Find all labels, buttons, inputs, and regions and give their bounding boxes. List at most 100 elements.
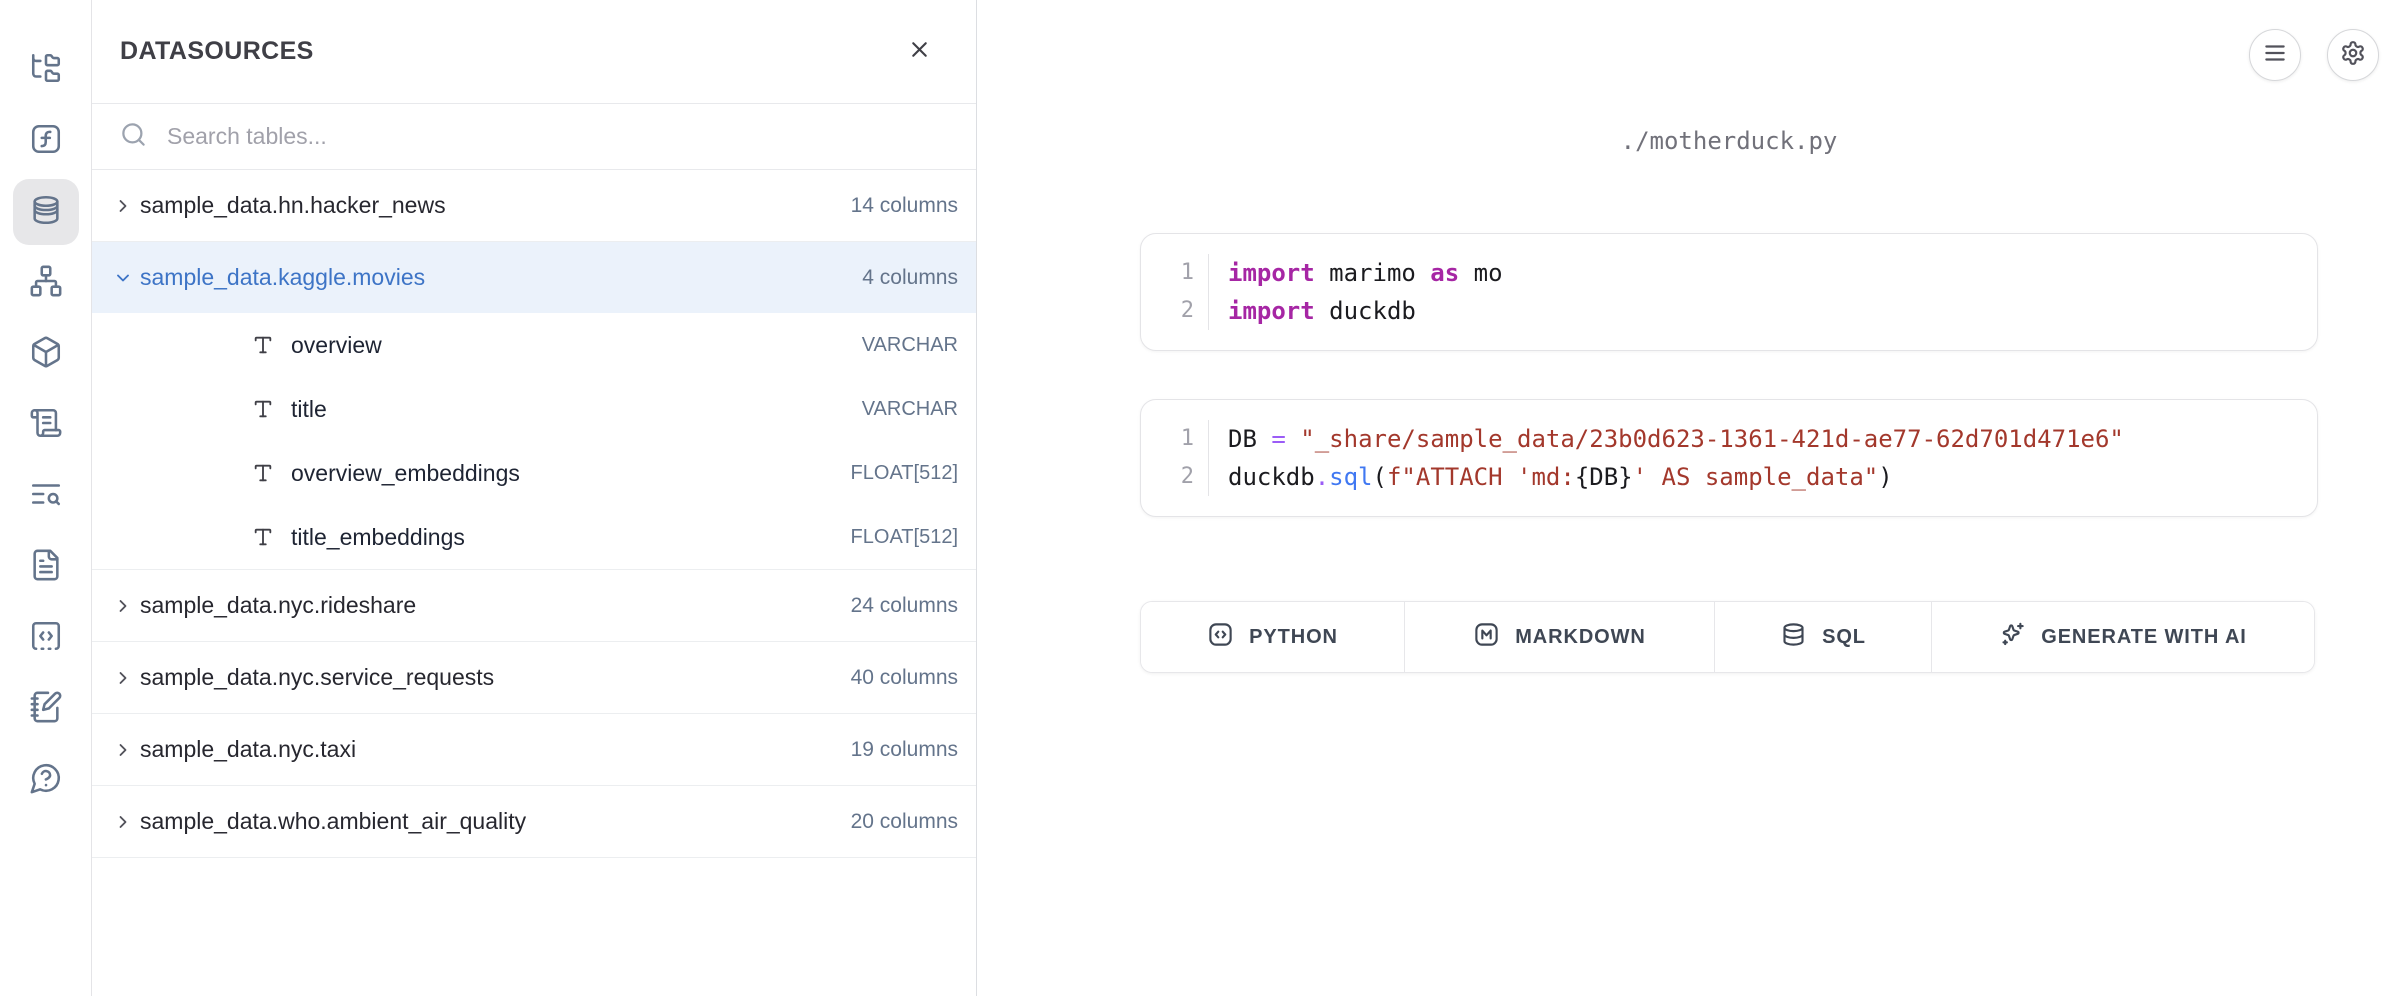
code-square-icon xyxy=(1207,621,1234,653)
sidebar-item-search-logs[interactable] xyxy=(13,463,79,529)
column-name: title xyxy=(291,396,845,423)
table-column-count: 24 columns xyxy=(851,594,958,618)
table-row[interactable]: sample_data.who.ambient_air_quality 20 c… xyxy=(92,786,976,857)
add-button-label: GENERATE WITH AI xyxy=(2041,626,2247,649)
packages-icon xyxy=(29,335,63,374)
notebook-content: ./motherduck.py 12 import marimo as moim… xyxy=(1140,127,2318,673)
add-cell-toolbar: PYTHON MARKDOWN SQL GENERATE WITH AI xyxy=(1140,601,2315,673)
sparkles-icon xyxy=(1999,621,2026,653)
activity-sidebar xyxy=(0,0,92,996)
menu-icon xyxy=(2262,40,2288,71)
table-column-count: 19 columns xyxy=(851,738,958,762)
table-name: sample_data.nyc.rideshare xyxy=(140,592,845,619)
settings-gear-icon xyxy=(2340,40,2366,71)
chevron-right-icon xyxy=(112,595,134,617)
markdown-icon xyxy=(1473,621,1500,653)
sidebar-item-packages[interactable] xyxy=(13,321,79,387)
code-editor[interactable]: DB = "_share/sample_data/23b0d623-1361-4… xyxy=(1209,420,2317,496)
table-name: sample_data.who.ambient_air_quality xyxy=(140,808,845,835)
table-group: sample_data.nyc.rideshare 24 columns xyxy=(92,570,976,642)
dependency-graph-icon xyxy=(29,264,63,303)
line-numbers: 12 xyxy=(1141,420,1209,496)
table-search xyxy=(92,104,976,170)
column-row[interactable]: overview VARCHAR xyxy=(92,313,976,377)
table-name: sample_data.nyc.taxi xyxy=(140,736,845,763)
table-column-count: 14 columns xyxy=(851,194,958,218)
search-icon xyxy=(120,121,147,153)
datasources-panel: DATASOURCES sample_data.hn.hacker_news 1… xyxy=(92,0,977,996)
table-name: sample_data.nyc.service_requests xyxy=(140,664,845,691)
type-text-icon xyxy=(252,334,274,356)
chevron-right-icon xyxy=(112,667,134,689)
column-row[interactable]: overview_embeddings FLOAT[512] xyxy=(92,441,976,505)
notebook-menu-button[interactable] xyxy=(2249,29,2301,81)
column-row[interactable]: title_embeddings FLOAT[512] xyxy=(92,505,976,569)
tables-list: sample_data.hn.hacker_news 14 columns sa… xyxy=(92,170,976,858)
notebook-area: ./motherduck.py 12 import marimo as moim… xyxy=(977,0,2399,996)
datasources-icon xyxy=(29,193,63,232)
panel-header: DATASOURCES xyxy=(92,0,976,104)
help-chat-icon xyxy=(29,761,63,800)
table-column-count: 4 columns xyxy=(862,266,958,290)
type-text-icon xyxy=(252,462,274,484)
code-editor[interactable]: import marimo as moimport duckdb xyxy=(1209,254,2317,330)
notebook-filename[interactable]: ./motherduck.py xyxy=(1140,127,2318,155)
code-cell[interactable]: 12 import marimo as moimport duckdb xyxy=(1140,233,2318,351)
add-button-label: PYTHON xyxy=(1249,626,1338,649)
table-group: sample_data.nyc.service_requests 40 colu… xyxy=(92,642,976,714)
search-input[interactable] xyxy=(165,122,956,151)
chevron-right-icon xyxy=(112,739,134,761)
sidebar-item-scratchpad[interactable] xyxy=(13,676,79,742)
column-name: overview_embeddings xyxy=(291,460,834,487)
chevron-right-icon xyxy=(112,195,134,217)
table-name: sample_data.kaggle.movies xyxy=(140,264,856,291)
column-row[interactable]: title VARCHAR xyxy=(92,377,976,441)
table-row-selected[interactable]: sample_data.kaggle.movies 4 columns xyxy=(92,242,976,313)
add-button-label: SQL xyxy=(1822,626,1866,649)
table-group: sample_data.hn.hacker_news 14 columns xyxy=(92,170,976,242)
add-python-cell-button[interactable]: PYTHON xyxy=(1141,602,1405,672)
table-row[interactable]: sample_data.hn.hacker_news 14 columns xyxy=(92,170,976,241)
column-name: title_embeddings xyxy=(291,524,834,551)
chevron-right-icon xyxy=(112,811,134,833)
generate-with-ai-button[interactable]: GENERATE WITH AI xyxy=(1932,602,2314,672)
search-logs-icon xyxy=(29,477,63,516)
table-group: sample_data.kaggle.movies 4 columns over… xyxy=(92,242,976,570)
line-numbers: 12 xyxy=(1141,254,1209,330)
sidebar-item-variables[interactable] xyxy=(13,108,79,174)
table-row[interactable]: sample_data.nyc.service_requests 40 colu… xyxy=(92,642,976,713)
sidebar-item-snippets[interactable] xyxy=(13,605,79,671)
marimo-app: DATASOURCES sample_data.hn.hacker_news 1… xyxy=(0,0,2399,996)
column-type: VARCHAR xyxy=(862,398,958,421)
sidebar-item-datasources[interactable] xyxy=(13,179,79,245)
table-column-count: 20 columns xyxy=(851,810,958,834)
type-text-icon xyxy=(252,526,274,548)
type-text-icon xyxy=(252,398,274,420)
variables-icon xyxy=(29,122,63,161)
column-type: VARCHAR xyxy=(862,334,958,357)
table-group: sample_data.nyc.taxi 19 columns xyxy=(92,714,976,786)
sidebar-item-help[interactable] xyxy=(13,747,79,813)
topbar-actions xyxy=(2249,29,2379,81)
table-row[interactable]: sample_data.nyc.taxi 19 columns xyxy=(92,714,976,785)
snippets-icon xyxy=(29,619,63,658)
table-column-count: 40 columns xyxy=(851,666,958,690)
sidebar-item-logs[interactable] xyxy=(13,392,79,458)
add-sql-cell-button[interactable]: SQL xyxy=(1715,602,1932,672)
add-button-label: MARKDOWN xyxy=(1515,626,1646,649)
close-icon xyxy=(907,37,932,67)
table-row[interactable]: sample_data.nyc.rideshare 24 columns xyxy=(92,570,976,641)
settings-button[interactable] xyxy=(2327,29,2379,81)
close-panel-button[interactable] xyxy=(902,35,936,69)
documentation-icon xyxy=(29,548,63,587)
column-name: overview xyxy=(291,332,845,359)
sidebar-item-documentation[interactable] xyxy=(13,534,79,600)
sidebar-item-file-explorer[interactable] xyxy=(13,37,79,103)
table-name: sample_data.hn.hacker_news xyxy=(140,192,845,219)
file-explorer-icon xyxy=(29,51,63,90)
column-type: FLOAT[512] xyxy=(851,526,958,549)
sidebar-item-dependencies[interactable] xyxy=(13,250,79,316)
code-cell[interactable]: 12 DB = "_share/sample_data/23b0d623-136… xyxy=(1140,399,2318,517)
add-markdown-cell-button[interactable]: MARKDOWN xyxy=(1405,602,1715,672)
database-icon xyxy=(1780,621,1807,653)
